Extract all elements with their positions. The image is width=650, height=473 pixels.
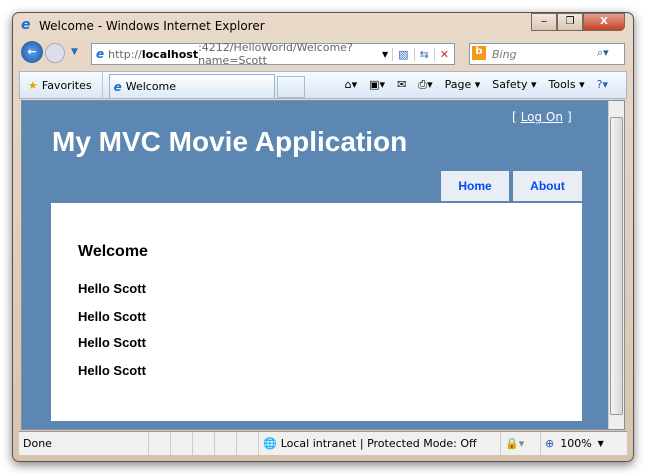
command-bar: ★ Favorites e Welcome ⌂▾ ▣▾ ✉ ⎙▾ Page ▾ Sa… xyxy=(19,71,627,99)
zoom-icon: ⊕ xyxy=(545,437,555,450)
zone-text: Local intranet | Protected Mode: Off xyxy=(280,437,477,450)
log-on-link[interactable]: Log On xyxy=(521,110,563,124)
recent-pages-dropdown-icon[interactable]: ▼ xyxy=(71,47,78,57)
page-icon: e xyxy=(96,47,105,61)
close-button[interactable]: X xyxy=(583,13,625,31)
stop-icon[interactable]: ✕ xyxy=(433,47,454,61)
new-tab-button[interactable] xyxy=(276,76,305,98)
browser-window: e Welcome - Windows Internet Explorer ‒ … xyxy=(12,12,634,462)
vertical-scrollbar[interactable] xyxy=(608,101,624,429)
hello-message: Hello Scott xyxy=(78,281,146,296)
safety-menu[interactable]: Safety ▾ xyxy=(492,78,536,92)
hello-message: Hello Scott xyxy=(78,363,146,378)
refresh-icon[interactable]: ⇆ xyxy=(413,47,434,61)
search-icon[interactable]: ⌕▾ xyxy=(597,46,609,60)
globe-icon: 🌐 xyxy=(263,437,277,450)
menu-home[interactable]: Home xyxy=(441,171,509,201)
protected-mode-icon[interactable]: 🔒▾ xyxy=(501,432,541,455)
bing-icon: b xyxy=(472,46,486,60)
main-panel: Welcome Hello Scott Hello Scott Hello Sc… xyxy=(51,203,582,421)
mail-icon[interactable]: ✉ xyxy=(397,78,406,92)
page-heading: Welcome xyxy=(78,243,148,260)
forward-button[interactable] xyxy=(45,43,65,63)
logon-area: [Log On] xyxy=(512,110,572,124)
address-bar[interactable]: e http://localhost:4212/HelloWorld/Welco… xyxy=(91,41,455,67)
status-bar: Done 🌐 Local intranet | Protected Mode: O… xyxy=(19,431,627,455)
help-icon[interactable]: ?▾ xyxy=(597,78,608,92)
restore-button[interactable]: ❐ xyxy=(557,13,583,31)
print-icon[interactable]: ⎙▾ xyxy=(418,78,432,92)
page-content: [Log On] My MVC Movie Application Home A… xyxy=(21,100,625,430)
back-button[interactable]: ← xyxy=(21,41,43,63)
scroll-thumb[interactable] xyxy=(610,117,623,415)
tab-ie-icon: e xyxy=(113,79,122,94)
ie-logo-icon: e xyxy=(21,17,31,33)
hello-message: Hello Scott xyxy=(78,335,146,350)
star-icon: ★ xyxy=(28,78,38,92)
page-menu[interactable]: Page ▾ xyxy=(445,78,481,92)
minimize-button[interactable]: ‒ xyxy=(531,13,557,31)
address-dropdown-icon[interactable]: ▼ xyxy=(378,50,392,59)
window-title: Welcome - Windows Internet Explorer xyxy=(39,19,265,33)
feeds-icon[interactable]: ▣▾ xyxy=(369,78,385,92)
favorites-button[interactable]: ★ Favorites xyxy=(20,72,103,98)
menu-about[interactable]: About xyxy=(513,171,582,201)
zoom-control[interactable]: ⊕ 100% ▼ xyxy=(541,432,608,455)
hello-message: Hello Scott xyxy=(78,309,146,324)
status-text: Done xyxy=(19,432,149,455)
tab-welcome[interactable]: e Welcome xyxy=(108,74,275,98)
home-icon[interactable]: ⌂▾ xyxy=(345,78,358,92)
app-title: My MVC Movie Application xyxy=(52,126,408,157)
compatibility-view-icon[interactable]: ▧ xyxy=(392,47,413,61)
tools-menu[interactable]: Tools ▾ xyxy=(549,78,585,92)
